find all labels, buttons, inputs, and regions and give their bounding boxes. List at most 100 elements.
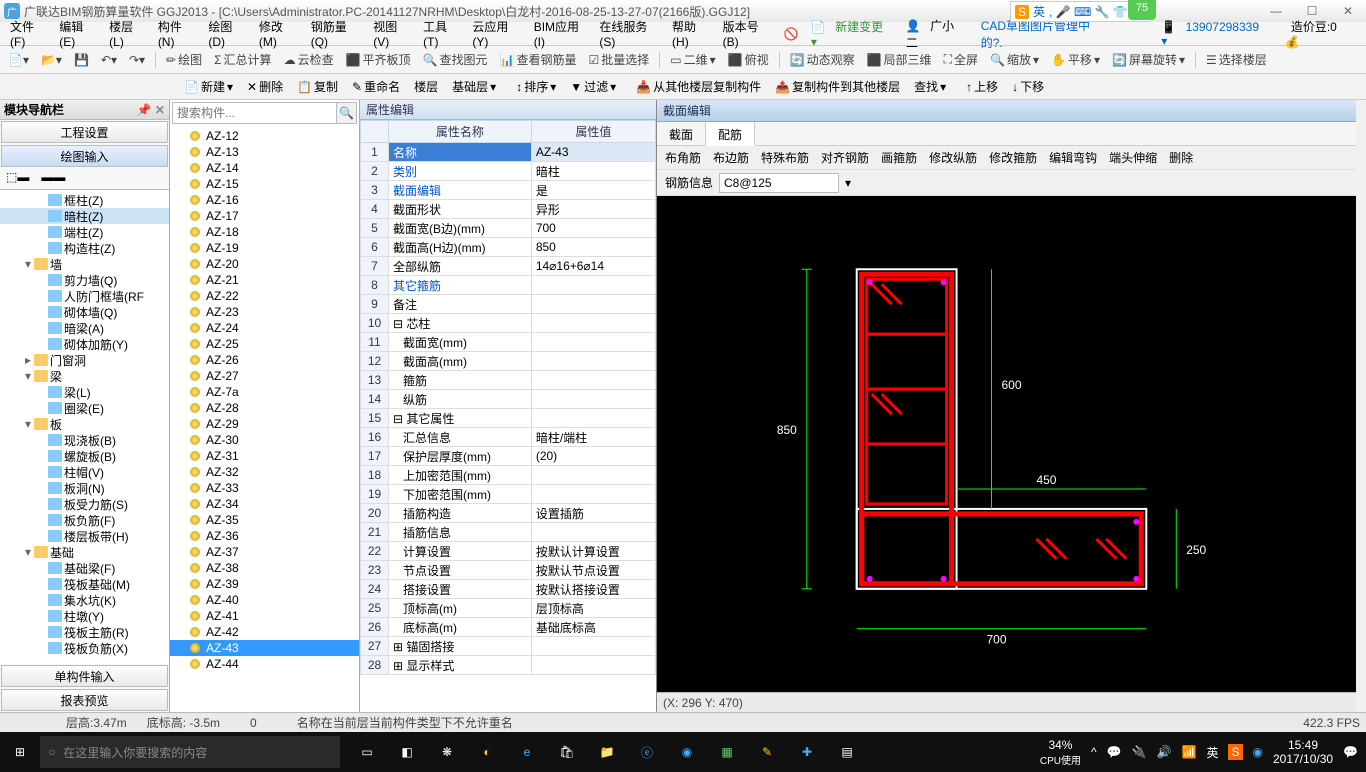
tree-node[interactable]: 框柱(Z) <box>0 192 169 208</box>
tree-node[interactable]: 人防门框墙(RF <box>0 288 169 304</box>
tree-node[interactable]: 板负筋(F) <box>0 512 169 528</box>
rebar-info-input[interactable] <box>719 173 839 193</box>
sort[interactable]: ↕ 排序 ▾ <box>512 77 560 96</box>
fullscreen[interactable]: ⛶ 全屏 <box>940 50 982 69</box>
menu-bim[interactable]: BIM应用(I) <box>528 16 594 51</box>
taskbar[interactable]: ⊞ ○ 在这里输入你要搜索的内容 ▭ ◧ ❋ ◐ e 🛍 📁 ⓔ ◉ ▦ ✎ ✚… <box>0 732 1366 772</box>
list-item[interactable]: AZ-34 <box>170 496 359 512</box>
start-button[interactable]: ⊞ <box>0 732 40 772</box>
list-item[interactable]: AZ-36 <box>170 528 359 544</box>
section-tool[interactable]: 修改纵筋 <box>929 149 977 166</box>
menu-rebar[interactable]: 钢筋量(Q) <box>305 16 368 51</box>
user-label[interactable]: 👤 广小二 <box>900 15 975 53</box>
list-item[interactable]: AZ-12 <box>170 128 359 144</box>
pan[interactable]: ✋ 平移 ▾ <box>1047 50 1104 69</box>
menu-draw[interactable]: 绘图(D) <box>202 16 253 51</box>
new-file[interactable]: 📄▾ <box>4 52 33 68</box>
section-tool[interactable]: 删除 <box>1169 149 1193 166</box>
list-item[interactable]: AZ-21 <box>170 272 359 288</box>
rotate[interactable]: 🔄 屏幕旋转 ▾ <box>1108 50 1189 69</box>
local-3d[interactable]: ⬛ 局部三维 <box>863 50 936 69</box>
menu-tools[interactable]: 工具(T) <box>417 16 466 51</box>
list-item[interactable]: AZ-32 <box>170 464 359 480</box>
tree-node[interactable]: 暗梁(A) <box>0 320 169 336</box>
batch-select[interactable]: ☑ 批量选择 <box>584 50 653 69</box>
nav-report[interactable]: 报表预览 <box>1 689 168 711</box>
tree-node[interactable]: 柱墩(Y) <box>0 608 169 624</box>
tree-node[interactable]: ▸门窗洞 <box>0 352 169 368</box>
list-item[interactable]: AZ-18 <box>170 224 359 240</box>
menu-floor[interactable]: 楼层(L) <box>103 16 152 51</box>
nav-settings[interactable]: 工程设置 <box>1 121 168 143</box>
menu-cloud[interactable]: 云应用(Y) <box>466 16 527 51</box>
task-app6[interactable]: ▤ <box>828 732 866 772</box>
move-down[interactable]: ↓ 下移 <box>1008 77 1048 96</box>
section-tool[interactable]: 特殊布筋 <box>761 149 809 166</box>
tray-vol[interactable]: 🔊 <box>1157 745 1172 759</box>
list-item[interactable]: AZ-43 <box>170 640 359 656</box>
taskbar-search[interactable]: ○ 在这里输入你要搜索的内容 <box>40 736 340 768</box>
find-element[interactable]: 🔍 查找图元 <box>419 50 492 69</box>
nav-tab2[interactable]: ▬▬ <box>35 168 71 189</box>
tab-section[interactable]: 截面 <box>657 122 706 145</box>
rename-comp[interactable]: ✎ 重命名 <box>348 77 404 96</box>
move-up[interactable]: ↑ 上移 <box>962 77 1002 96</box>
section-tool[interactable]: 修改箍筋 <box>989 149 1037 166</box>
list-item[interactable]: AZ-20 <box>170 256 359 272</box>
task-app2[interactable]: ❋ <box>428 732 466 772</box>
tree-node[interactable]: 圈梁(E) <box>0 400 169 416</box>
tree-node[interactable]: 端柱(Z) <box>0 224 169 240</box>
task-store[interactable]: 🛍 <box>548 732 586 772</box>
tree-node[interactable]: 楼层板带(H) <box>0 528 169 544</box>
list-item[interactable]: AZ-16 <box>170 192 359 208</box>
copy-comp[interactable]: 📋 复制 <box>293 77 342 96</box>
list-item[interactable]: AZ-22 <box>170 288 359 304</box>
tree-node[interactable]: 筏板基础(M) <box>0 576 169 592</box>
list-item[interactable]: AZ-25 <box>170 336 359 352</box>
list-item[interactable]: AZ-28 <box>170 400 359 416</box>
list-item[interactable]: AZ-39 <box>170 576 359 592</box>
list-item[interactable]: AZ-31 <box>170 448 359 464</box>
base-floor[interactable]: 基础层 ▾ <box>448 77 500 96</box>
tree-node[interactable]: 基础梁(F) <box>0 560 169 576</box>
filter[interactable]: ▼ 过滤 ▾ <box>566 77 620 96</box>
tree-node[interactable]: 剪力墙(Q) <box>0 272 169 288</box>
menu-file[interactable]: 文件(F) <box>4 16 53 51</box>
tree-node[interactable]: 构造柱(Z) <box>0 240 169 256</box>
list-item[interactable]: AZ-24 <box>170 320 359 336</box>
menu-help[interactable]: 帮助(H) <box>666 16 717 51</box>
section-tool[interactable]: 布边筋 <box>713 149 749 166</box>
tree-node[interactable]: 现浇板(B) <box>0 432 169 448</box>
tray-sogou[interactable]: S <box>1228 744 1242 760</box>
list-item[interactable]: AZ-19 <box>170 240 359 256</box>
level-top[interactable]: ⬛ 平齐板顶 <box>342 50 415 69</box>
tree-node[interactable]: 板受力筋(S) <box>0 496 169 512</box>
menu-component[interactable]: 构件(N) <box>152 16 203 51</box>
view-mode[interactable]: ▭ 二维 ▾ <box>666 50 719 69</box>
list-item[interactable]: AZ-14 <box>170 160 359 176</box>
list-item[interactable]: AZ-29 <box>170 416 359 432</box>
section-tool[interactable]: 布角筋 <box>665 149 701 166</box>
copy-from-floor[interactable]: 📥 从其他楼层复制构件 <box>632 77 765 96</box>
list-item[interactable]: AZ-44 <box>170 656 359 672</box>
list-item[interactable]: AZ-35 <box>170 512 359 528</box>
draw-btn[interactable]: ✏ 绘图 <box>162 50 206 69</box>
list-item[interactable]: AZ-38 <box>170 560 359 576</box>
redo[interactable]: ↷▾ <box>125 52 149 68</box>
tab-rebar[interactable]: 配筋 <box>706 122 755 146</box>
undo[interactable]: ↶▾ <box>97 52 121 68</box>
tree-node[interactable]: 暗柱(Z) <box>0 208 169 224</box>
tree-node[interactable]: 柱帽(V) <box>0 464 169 480</box>
list-item[interactable]: AZ-23 <box>170 304 359 320</box>
orbit[interactable]: 🔄 动态观察 <box>786 50 859 69</box>
list-item[interactable]: AZ-27 <box>170 368 359 384</box>
task-app1[interactable]: ◧ <box>388 732 426 772</box>
tree-node[interactable]: 砌体墙(Q) <box>0 304 169 320</box>
beans[interactable]: 造价豆:0 💰 <box>1279 16 1362 51</box>
search-input[interactable] <box>172 102 337 124</box>
task-app3[interactable]: ◐ <box>468 732 506 772</box>
menu-edit[interactable]: 编辑(E) <box>53 16 103 51</box>
tree-node[interactable]: ▾基础 <box>0 544 169 560</box>
section-tool[interactable]: 对齐钢筋 <box>821 149 869 166</box>
nav-draw[interactable]: 绘图输入 <box>1 145 168 167</box>
